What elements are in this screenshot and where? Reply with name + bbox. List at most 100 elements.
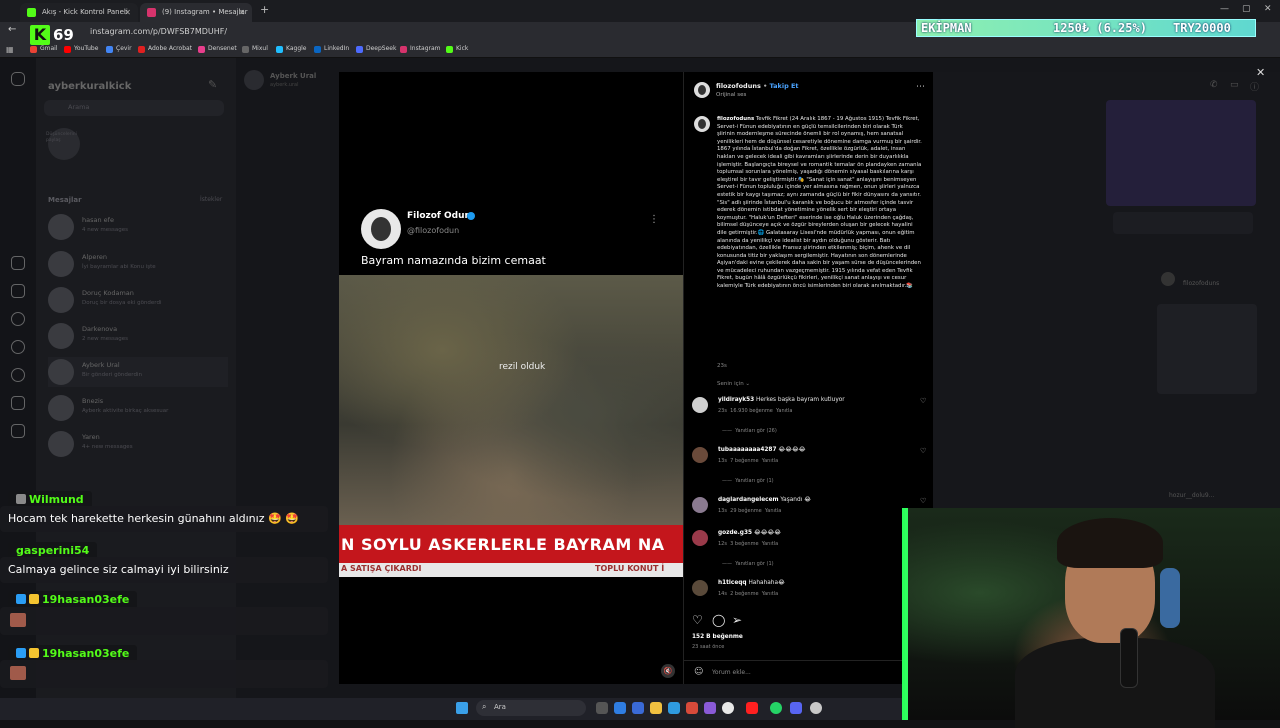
close-window-icon[interactable]: ✕ bbox=[1264, 4, 1272, 14]
start-windows-icon[interactable] bbox=[456, 702, 468, 714]
chat-header-avatar[interactable] bbox=[244, 70, 264, 90]
comment-user[interactable]: daglardangelecem bbox=[718, 497, 779, 503]
info-icon[interactable]: ⓘ bbox=[1250, 80, 1259, 93]
dm-row[interactable]: Darkenova 2 new messages bbox=[48, 321, 228, 351]
url-field[interactable]: instagram.com/p/DWFSB7MDUHF/ bbox=[90, 27, 227, 36]
chrome-icon[interactable] bbox=[722, 702, 734, 714]
comment-likes[interactable]: 7 beğenme bbox=[730, 458, 758, 464]
call-icon[interactable]: ✆ bbox=[1210, 80, 1218, 90]
bookmark-deepseek[interactable]: DeepSeek bbox=[356, 45, 396, 53]
search-icon[interactable] bbox=[11, 340, 25, 354]
discord-icon[interactable] bbox=[790, 702, 802, 714]
likes-count[interactable]: 152 B beğenme bbox=[692, 634, 743, 640]
maximize-icon[interactable]: ▢ bbox=[1242, 4, 1251, 14]
taskbar-search[interactable]: ⌕ Ara bbox=[476, 700, 586, 716]
tab-instagram[interactable]: (9) Instagram • Mesajlar ✕ bbox=[140, 3, 252, 22]
whatsapp-icon[interactable] bbox=[770, 702, 782, 714]
dm-row[interactable]: hasan efe 4 new messages bbox=[48, 212, 228, 242]
caption-avatar[interactable] bbox=[694, 116, 710, 132]
reply-button[interactable]: Yanıtla bbox=[765, 508, 781, 514]
bookmark-instagram[interactable]: Instagram bbox=[400, 45, 441, 53]
avatar[interactable] bbox=[692, 530, 708, 546]
dm-row[interactable]: Yaren 4+ new messages bbox=[48, 429, 228, 459]
reels-icon[interactable] bbox=[11, 284, 25, 298]
back-arrow-icon[interactable]: ← bbox=[8, 24, 16, 35]
explore-icon[interactable] bbox=[11, 368, 25, 382]
reply-button[interactable]: Yanıtla bbox=[776, 408, 792, 414]
requests-link[interactable]: İstekler bbox=[200, 196, 222, 203]
post-author[interactable]: filozofoduns • Takip Et bbox=[716, 82, 799, 90]
video-call-icon[interactable]: ▭ bbox=[1230, 80, 1239, 90]
obs-icon[interactable] bbox=[810, 702, 822, 714]
post-audio[interactable]: Orijinal ses bbox=[716, 92, 746, 98]
dm-account-name[interactable]: ayberkuralkick bbox=[48, 81, 131, 92]
post-username[interactable]: filozofoduns bbox=[716, 82, 761, 90]
comment-user[interactable]: yildirayk53 bbox=[718, 397, 754, 403]
youtube-music-icon[interactable] bbox=[746, 702, 758, 714]
post-video[interactable]: Filozof Odun @filozofodun ⋮ Bayram namaz… bbox=[339, 72, 683, 684]
share-send-icon[interactable]: ➢ bbox=[732, 613, 742, 627]
dm-search-input[interactable]: Arama bbox=[44, 100, 224, 116]
dm-row[interactable]: Alperen İyi bayramlar abi Konu işte bbox=[48, 249, 228, 279]
comment-user[interactable]: gozde.g35 bbox=[718, 530, 752, 536]
caption-username[interactable]: filozofoduns bbox=[717, 116, 754, 122]
file-explorer-icon[interactable] bbox=[650, 702, 662, 714]
edge-icon[interactable] bbox=[614, 702, 626, 714]
app-icon[interactable] bbox=[704, 702, 716, 714]
comment-likes[interactable]: 2 beğenme bbox=[730, 591, 758, 597]
mute-icon[interactable]: 🔇 bbox=[661, 664, 675, 678]
comment-likes[interactable]: 16.930 beğenme bbox=[730, 408, 773, 414]
messages-icon[interactable] bbox=[11, 312, 25, 326]
bookmark-mixul[interactable]: Mixul bbox=[242, 45, 268, 53]
avatar[interactable] bbox=[692, 447, 708, 463]
dm-row[interactable]: Bnezis Ayberk aktivite birkaç aksesuar bbox=[48, 393, 228, 423]
post-author-avatar[interactable] bbox=[694, 82, 710, 98]
bookmark-linkedin[interactable]: LinkedIn bbox=[314, 45, 349, 53]
view-replies[interactable]: —— Yanıtları gör (26) bbox=[722, 428, 777, 434]
avatar[interactable] bbox=[692, 497, 708, 513]
reply-button[interactable]: Yanıtla bbox=[762, 541, 778, 547]
more-options-icon[interactable]: ⋯ bbox=[916, 82, 925, 92]
comment-bubble-icon[interactable]: ◯ bbox=[712, 613, 725, 627]
dm-row[interactable]: Doruç Kodaman Doruç bir dosya eki gönderd… bbox=[48, 285, 228, 315]
avatar[interactable] bbox=[692, 397, 708, 413]
reply-button[interactable]: Yanıtla bbox=[762, 591, 778, 597]
create-icon[interactable] bbox=[11, 424, 25, 438]
copilot-icon[interactable] bbox=[632, 702, 644, 714]
close-tab-icon[interactable]: ✕ bbox=[124, 3, 131, 22]
comment-user[interactable]: tubaaaaaaaa4287 bbox=[718, 447, 776, 453]
close-post-icon[interactable]: ✕ bbox=[1256, 66, 1265, 79]
comment-likes[interactable]: 29 beğenme bbox=[730, 508, 762, 514]
comment-user[interactable]: h1ticeqq bbox=[718, 580, 747, 586]
home-icon[interactable] bbox=[11, 256, 25, 270]
for-you-sort[interactable]: Senin için ⌄ bbox=[717, 381, 750, 387]
bookmark-youtube[interactable]: YouTube bbox=[64, 45, 98, 53]
comment-likes[interactable]: 3 beğenme bbox=[730, 541, 758, 547]
close-tab-icon[interactable]: ✕ bbox=[238, 3, 245, 22]
shared-reel-preview[interactable] bbox=[1157, 304, 1257, 394]
store-icon[interactable] bbox=[668, 702, 680, 714]
dm-row-selected[interactable]: Ayberk Ural Bir gönderi gönderdin bbox=[48, 357, 228, 387]
view-replies[interactable]: —— Yanıtları gör (1) bbox=[722, 561, 774, 567]
comment-heart-icon[interactable]: ♡ bbox=[920, 397, 926, 405]
emoji-icon[interactable]: ☺ bbox=[694, 667, 703, 677]
add-comment-input[interactable]: Yorum ekle... bbox=[712, 669, 751, 676]
apps-grid-icon[interactable]: ▦ bbox=[6, 45, 14, 54]
comment-heart-icon[interactable]: ♡ bbox=[920, 497, 926, 505]
task-view-icon[interactable] bbox=[596, 702, 608, 714]
avatar[interactable] bbox=[692, 580, 708, 596]
bookmark-kaggle[interactable]: Kaggle bbox=[276, 45, 306, 53]
bookmark-densenet[interactable]: Densenet bbox=[198, 45, 237, 53]
heart-icon[interactable] bbox=[11, 396, 25, 410]
bookmark-acrobat[interactable]: Adobe Acrobat bbox=[138, 45, 192, 53]
reply-button[interactable]: Yanıtla bbox=[762, 458, 778, 464]
bookmark-kick[interactable]: Kick bbox=[446, 45, 468, 53]
comment-heart-icon[interactable]: ♡ bbox=[920, 447, 926, 455]
minimize-icon[interactable]: — bbox=[1220, 4, 1229, 14]
follow-button[interactable]: Takip Et bbox=[770, 82, 799, 90]
view-replies[interactable]: —— Yanıtları gör (1) bbox=[722, 478, 774, 484]
bookmark-gmail[interactable]: Gmail bbox=[30, 45, 58, 53]
like-heart-icon[interactable]: ♡ bbox=[692, 613, 703, 627]
bookmark-translate[interactable]: Çevir bbox=[106, 45, 132, 53]
instagram-logo-icon[interactable] bbox=[11, 72, 25, 86]
